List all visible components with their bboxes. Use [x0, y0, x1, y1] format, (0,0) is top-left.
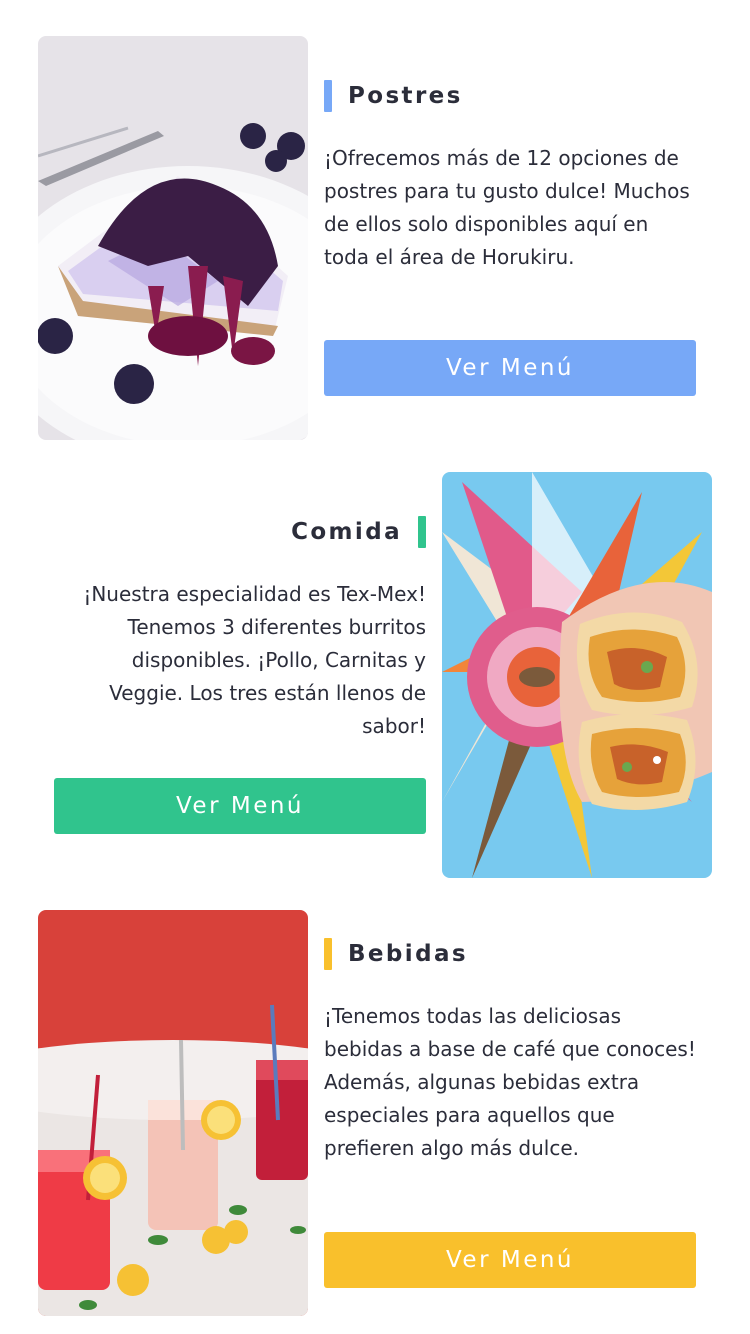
bebidas-text: Bebidas ¡Tenemos todas las deliciosas be… — [324, 938, 696, 1165]
bebidas-menu-button[interactable]: Ver Menú — [324, 1232, 696, 1288]
bebidas-title: Bebidas — [348, 941, 468, 967]
section-bebidas: Bebidas ¡Tenemos todas las deliciosas be… — [0, 0, 750, 1334]
bebidas-description: ¡Tenemos todas las deliciosas bebidas a … — [324, 1004, 696, 1160]
drinks-photo — [38, 910, 308, 1316]
bebidas-heading: Bebidas — [324, 938, 696, 970]
bebidas-accent-bar — [324, 938, 332, 970]
